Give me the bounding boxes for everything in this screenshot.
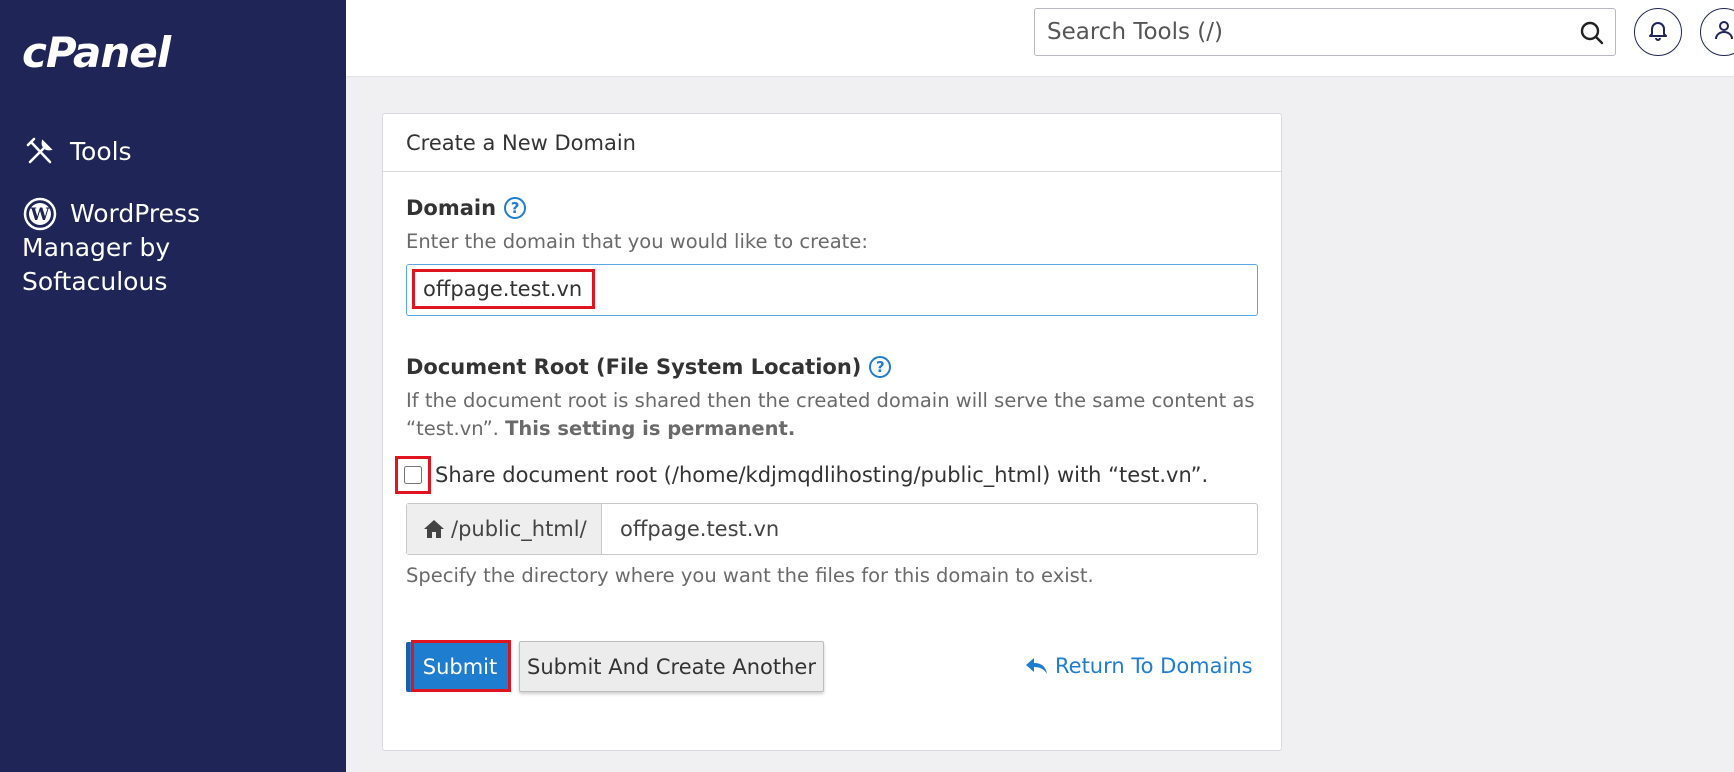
submit-button[interactable]: Submit — [406, 642, 510, 692]
help-icon[interactable]: ? — [869, 356, 892, 378]
sidebar-item-tools[interactable]: Tools — [22, 134, 132, 170]
share-docroot-checkbox[interactable] — [404, 466, 422, 484]
help-icon[interactable]: ? — [504, 197, 527, 219]
reply-arrow-icon — [1025, 656, 1049, 676]
sidebar-item-label: Tools — [70, 137, 132, 166]
docroot-description-prefix: “test.vn”. — [406, 417, 506, 440]
sidebar: cPanel Tools W WordPress Manager by Soft… — [0, 0, 346, 772]
search-icon[interactable] — [1579, 20, 1605, 46]
return-to-domains-link[interactable]: Return To Domains — [1025, 654, 1253, 678]
docroot-input[interactable] — [602, 504, 1257, 554]
wordpress-icon: W — [22, 196, 58, 232]
bell-icon — [1647, 19, 1669, 45]
share-checkbox-highlight — [395, 456, 431, 494]
create-domain-panel: Create a New Domain Domain ? Enter the d… — [382, 113, 1282, 751]
docroot-description: If the document root is shared then the … — [406, 387, 1255, 443]
domain-label: Domain ? — [406, 196, 527, 220]
docroot-description-line2: “test.vn”. This setting is permanent. — [406, 415, 1255, 443]
submit-and-create-another-button[interactable]: Submit And Create Another — [519, 641, 824, 692]
domain-input[interactable] — [423, 277, 1203, 301]
return-to-domains-label: Return To Domains — [1055, 654, 1253, 678]
docroot-label: Document Root (File System Location) ? — [406, 355, 892, 379]
domain-label-text: Domain — [406, 196, 497, 220]
sidebar-item-label-line1: WordPress — [70, 199, 201, 228]
permanent-warning: This setting is permanent. — [505, 417, 796, 440]
tools-icon — [22, 134, 58, 170]
user-icon — [1713, 19, 1734, 45]
docroot-field: /public_html/ — [406, 503, 1258, 555]
domain-field[interactable] — [406, 264, 1258, 316]
domain-description: Enter the domain that you would like to … — [406, 230, 868, 253]
search-input[interactable] — [1035, 19, 1555, 45]
sidebar-item-label-line3: Softaculous — [22, 267, 168, 296]
docroot-prefix: /public_html/ — [407, 504, 602, 554]
docroot-prefix-text: /public_html/ — [451, 517, 587, 541]
top-bar — [346, 0, 1734, 77]
home-icon — [423, 519, 445, 539]
docroot-hint: Specify the directory where you want the… — [406, 564, 1094, 587]
share-docroot-row: Share document root (/home/kdjmqdlihosti… — [395, 456, 1208, 494]
notifications-button[interactable] — [1634, 8, 1682, 56]
cpanel-logo[interactable]: cPanel — [22, 28, 171, 77]
sidebar-item-label-line2: Manager by — [22, 233, 171, 262]
panel-title: Create a New Domain — [383, 114, 1281, 172]
sidebar-item-wordpress-manager[interactable]: W WordPress Manager by Softaculous — [22, 196, 322, 300]
docroot-description-line1: If the document root is shared then the … — [406, 389, 1255, 412]
share-docroot-label[interactable]: Share document root (/home/kdjmqdlihosti… — [435, 463, 1208, 487]
search-box[interactable] — [1034, 8, 1616, 56]
svg-text:W: W — [29, 205, 50, 225]
docroot-label-text: Document Root (File System Location) — [406, 355, 862, 379]
user-menu-button[interactable] — [1700, 8, 1734, 56]
